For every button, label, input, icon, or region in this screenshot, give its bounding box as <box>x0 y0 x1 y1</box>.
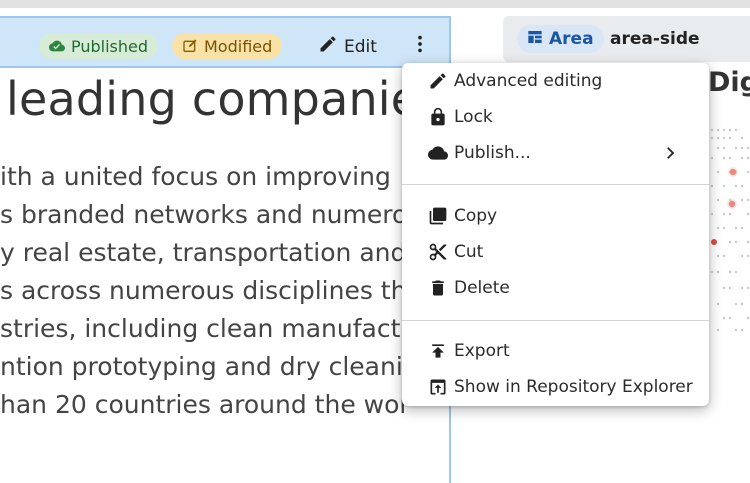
menu-divider <box>402 320 709 321</box>
menu-item-copy[interactable]: Copy <box>402 198 709 234</box>
area-toolbar: Published Modified Edit <box>0 18 449 68</box>
menu-item-publish[interactable]: Publish... <box>402 135 709 171</box>
published-label: Published <box>71 36 149 56</box>
pencil-icon <box>426 69 450 93</box>
area-badge: Area <box>517 25 604 53</box>
chevron-right-icon <box>661 144 679 162</box>
area-context-menu: Advanced editing Lock Publish... Copy Cu… <box>402 63 709 406</box>
cloud-icon <box>426 141 450 165</box>
menu-item-label: Advanced editing <box>454 71 603 91</box>
menu-item-lock[interactable]: Lock <box>402 99 709 135</box>
menu-item-label: Lock <box>454 107 493 127</box>
menu-divider <box>402 184 709 185</box>
area-name: area-side <box>610 29 700 49</box>
paragraph-line: y real estate, transportation and <box>0 238 407 267</box>
modified-label: Modified <box>204 36 273 56</box>
area-layout-icon <box>527 29 543 50</box>
published-badge: Published <box>39 33 159 59</box>
trash-icon <box>426 276 450 300</box>
export-icon <box>426 339 450 363</box>
dotted-map-image <box>710 128 750 332</box>
paragraph-line: s across numerous disciplines tha <box>0 276 422 305</box>
menu-item-label: Show in Repository Explorer <box>454 377 693 397</box>
paragraph-line: s branded networks and numerou <box>0 200 424 229</box>
modified-edit-icon <box>182 38 198 54</box>
menu-item-export[interactable]: Export <box>402 333 709 369</box>
menu-item-cut[interactable]: Cut <box>402 234 709 270</box>
edit-button[interactable]: Edit <box>318 34 377 59</box>
edit-label: Edit <box>344 36 377 57</box>
more-vert-icon <box>409 33 431 59</box>
menu-item-label: Cut <box>454 242 484 262</box>
menu-item-delete[interactable]: Delete <box>402 270 709 306</box>
modified-badge: Modified <box>172 33 283 59</box>
cloud-check-icon <box>49 38 65 54</box>
pencil-icon <box>318 34 338 59</box>
scissors-icon <box>426 240 450 264</box>
menu-item-label: Export <box>454 341 510 361</box>
menu-item-label: Delete <box>454 278 510 298</box>
menu-item-label: Publish... <box>454 143 531 163</box>
lock-icon <box>426 105 450 129</box>
paragraph-line: han 20 countries around the wor <box>0 390 410 419</box>
menu-item-show-in-repository-explorer[interactable]: Show in Repository Explorer <box>402 369 709 405</box>
paragraph-line: ith a united focus on improving <box>0 162 391 191</box>
paragraph-line: ntion prototyping and dry cleanin <box>0 352 419 381</box>
content-paragraph: ith a united focus on improving s brande… <box>0 158 449 424</box>
open-in-explorer-icon <box>426 375 450 399</box>
content-heading: leading companie <box>6 72 420 126</box>
top-bar <box>0 0 750 8</box>
side-heading-fragment: Dig <box>708 67 750 98</box>
side-area-header[interactable]: Area area-side <box>503 16 750 62</box>
area-badge-label: Area <box>549 29 594 49</box>
copy-icon <box>426 204 450 228</box>
editable-area-main[interactable]: Published Modified Edit leading companie… <box>0 16 451 483</box>
more-options-button[interactable] <box>408 34 432 58</box>
paragraph-line: stries, including clean manufactur <box>0 314 427 343</box>
menu-item-label: Copy <box>454 206 498 226</box>
menu-item-advanced-editing[interactable]: Advanced editing <box>402 63 709 99</box>
